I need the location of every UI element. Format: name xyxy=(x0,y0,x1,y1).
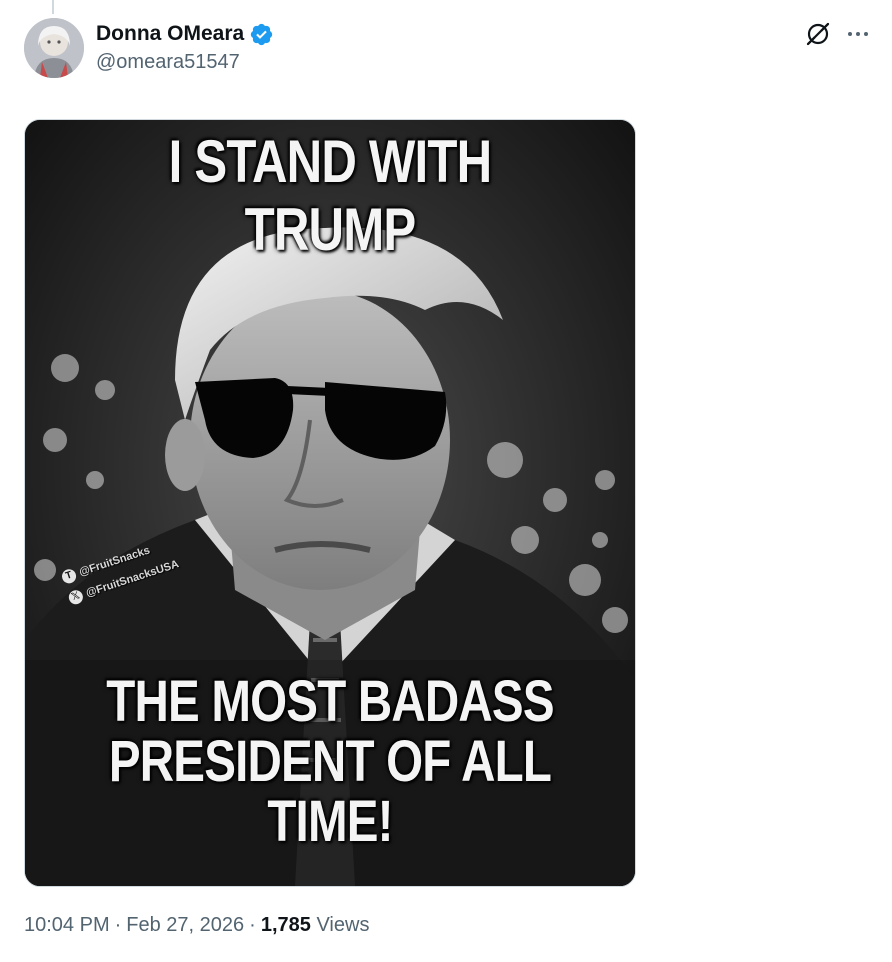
avatar-image xyxy=(24,18,84,78)
more-options-button[interactable] xyxy=(842,20,874,52)
truth-social-icon: T xyxy=(60,567,78,586)
thread-connector-line xyxy=(52,0,54,14)
meme-bottom-line-1: THE MOST BADASS xyxy=(106,669,554,734)
views-label[interactable]: Views xyxy=(316,914,369,936)
meme-bottom-text: THE MOST BADASS PRESIDENT OF ALL TIME! xyxy=(80,672,580,852)
meta-separator: · xyxy=(114,914,122,936)
grok-button[interactable] xyxy=(802,20,834,52)
author-display-name[interactable]: Donna OMeara xyxy=(96,22,244,46)
meta-separator: · xyxy=(249,914,256,936)
verified-badge-icon[interactable] xyxy=(249,22,274,47)
author-name-row: Donna OMeara xyxy=(96,20,274,48)
x-logo-icon: 𝕏 xyxy=(67,588,85,607)
more-icon xyxy=(846,22,870,51)
tweet-media-image[interactable]: I STAND WITH TRUMP T @FruitSnacks 𝕏 @Fru… xyxy=(24,119,636,887)
tweet-date[interactable]: Feb 27, 2026 xyxy=(126,914,244,936)
meme-top-text: I STAND WITH TRUMP xyxy=(168,128,492,263)
avatar[interactable] xyxy=(24,18,84,78)
author-block: Donna OMeara @omeara51547 xyxy=(96,20,274,74)
tweet-time[interactable]: 10:04 PM xyxy=(24,914,110,936)
author-handle[interactable]: @omeara51547 xyxy=(96,51,274,74)
tweet-metadata: 10:04 PM · Feb 27, 2026 · 1,785 Views xyxy=(24,914,369,937)
meme-bottom-line-2: PRESIDENT OF ALL xyxy=(108,729,552,794)
meme-bottom-line-3: TIME! xyxy=(267,789,393,854)
views-count[interactable]: 1,785 xyxy=(261,914,311,936)
grok-icon xyxy=(805,21,831,52)
